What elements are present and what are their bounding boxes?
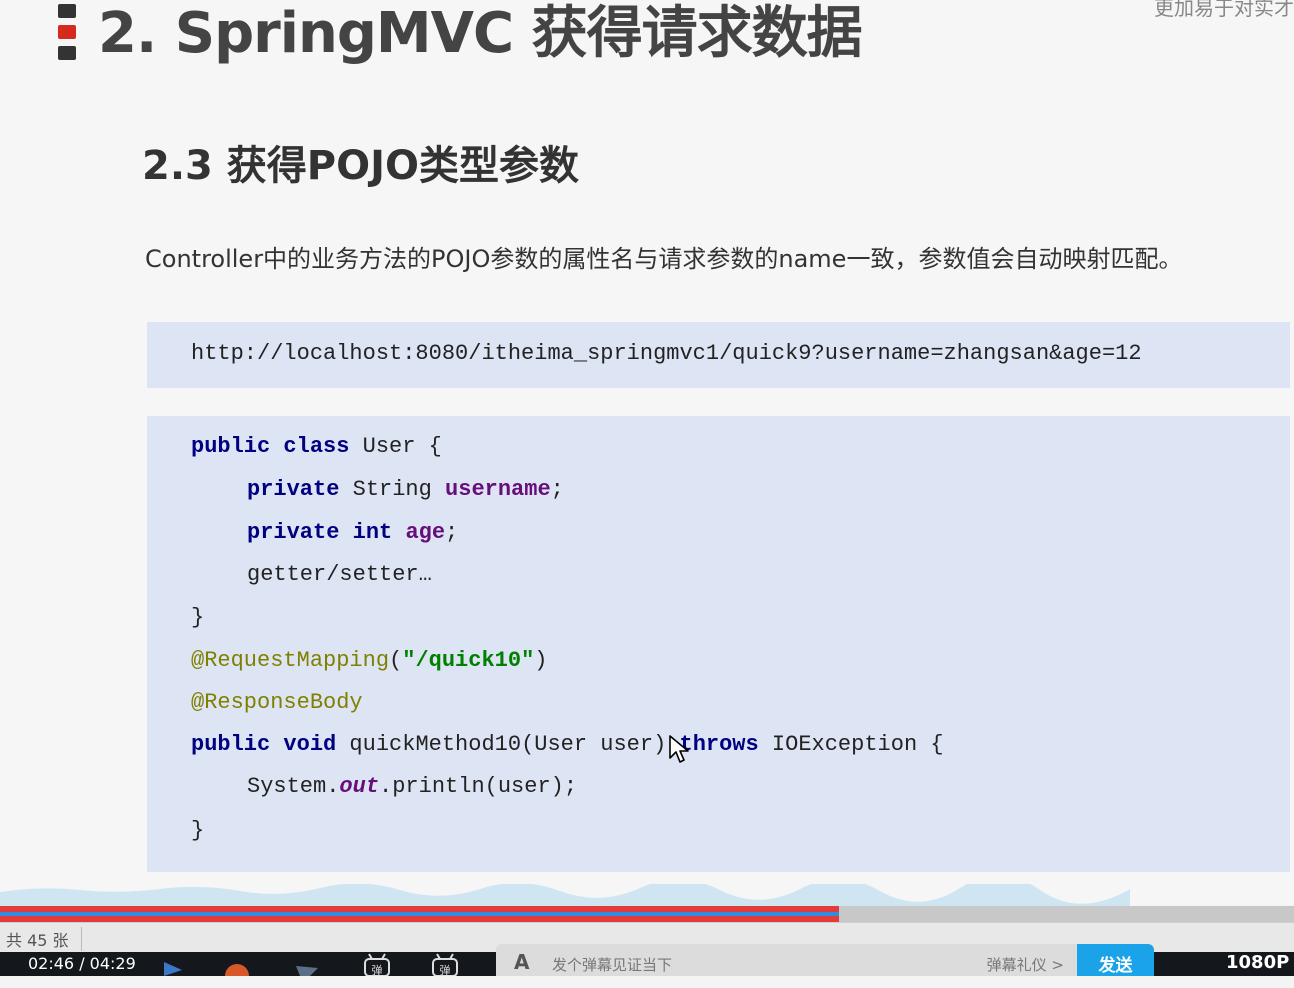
code-text: ; <box>445 520 459 545</box>
svg-text:弹: 弹 <box>372 963 383 976</box>
code-block: public class User { private String usern… <box>147 416 1290 872</box>
danmaku-toggle-icon[interactable]: 弹 <box>362 952 394 976</box>
video-progress-bar[interactable] <box>0 906 1294 922</box>
code-text: quickMethod10(User user) <box>336 732 680 757</box>
next-icon[interactable] <box>160 952 190 976</box>
code-text: User { <box>349 434 442 459</box>
code-keyword: private <box>247 477 340 502</box>
time-current: 02:46 <box>28 954 75 973</box>
code-text: ) <box>534 648 548 673</box>
code-line-8: public void quickMethod10(User user) thr… <box>191 730 944 760</box>
record-icon[interactable] <box>222 952 252 976</box>
slide-count: 共 45 张 <box>6 927 82 951</box>
code-annotation: @ResponseBody <box>191 690 363 715</box>
danmaku-style-icon[interactable]: A <box>514 950 529 974</box>
section-title: 2.3 获得POJO类型参数 <box>142 143 579 189</box>
code-line-10: } <box>191 818 205 843</box>
code-text: .println(user); <box>379 774 578 799</box>
code-field: username <box>445 477 551 502</box>
code-keyword: throws <box>679 732 759 757</box>
mouse-cursor-icon <box>669 735 689 763</box>
code-keyword: public void <box>191 732 337 757</box>
slide-title: 2. SpringMVC 获得请求数据 <box>98 1 863 66</box>
code-keyword: private int <box>247 520 393 545</box>
danmaku-etiquette-link[interactable]: 弹幕礼仪 > <box>987 954 1064 975</box>
corner-text-fragment: 更加易于对实才 <box>1154 0 1294 20</box>
screen-edge-decoration <box>0 884 1130 908</box>
quality-selector[interactable]: 1080P <box>1226 952 1289 973</box>
bullet-block-red <box>58 25 76 39</box>
share-icon[interactable] <box>292 952 322 976</box>
danmaku-placeholder: 发个弹幕见证当下 <box>552 956 673 974</box>
danmaku-settings-icon[interactable]: 弹 <box>430 952 462 976</box>
time-separator: / <box>74 954 90 973</box>
code-text: System. <box>247 774 340 799</box>
send-button[interactable]: 发送 <box>1077 944 1154 976</box>
bullet-block-bottom <box>58 46 76 60</box>
playback-time: 02:46 / 04:29 <box>28 954 136 973</box>
progress-buffered <box>0 912 839 916</box>
code-line-6: @RequestMapping("/quick10") <box>191 646 547 676</box>
danmaku-input[interactable]: A 发个弹幕见证当下 弹幕礼仪 > <box>496 944 1078 976</box>
time-total: 04:29 <box>89 954 136 973</box>
code-line-1: public class User { <box>191 432 442 462</box>
code-text: String <box>339 477 446 502</box>
code-line-4: getter/setter… <box>247 562 432 587</box>
url-text: http://localhost:8080/itheima_springmvc1… <box>191 341 1142 366</box>
svg-text:弹: 弹 <box>440 963 451 976</box>
code-text: IOException { <box>758 732 944 757</box>
code-text: ; <box>550 477 564 502</box>
description-text: Controller中的业务方法的POJO参数的属性名与请求参数的name一致，… <box>145 245 1183 273</box>
code-line-7: @ResponseBody <box>191 688 363 718</box>
code-line-5: } <box>191 605 205 630</box>
url-box: http://localhost:8080/itheima_springmvc1… <box>147 322 1290 388</box>
code-text: ( <box>389 648 403 673</box>
code-keyword: public class <box>191 434 350 459</box>
player-control-bar: 02:46 / 04:29 弹 弹 A 发个弹幕见证当下 弹幕礼仪 > 发送 1… <box>0 944 1294 976</box>
code-string: "/quick10" <box>402 648 535 673</box>
code-static-field: out <box>339 774 380 799</box>
code-line-3: private int age; <box>247 518 458 548</box>
code-line-9: System.out.println(user); <box>247 772 577 802</box>
slide: 更加易于对实才 2. SpringMVC 获得请求数据 2.3 获得POJO类型… <box>0 0 1294 905</box>
bullet-block-top <box>58 4 76 18</box>
code-annotation: @RequestMapping <box>191 648 390 673</box>
code-line-2: private String username; <box>247 475 564 505</box>
code-field: age <box>405 520 446 545</box>
